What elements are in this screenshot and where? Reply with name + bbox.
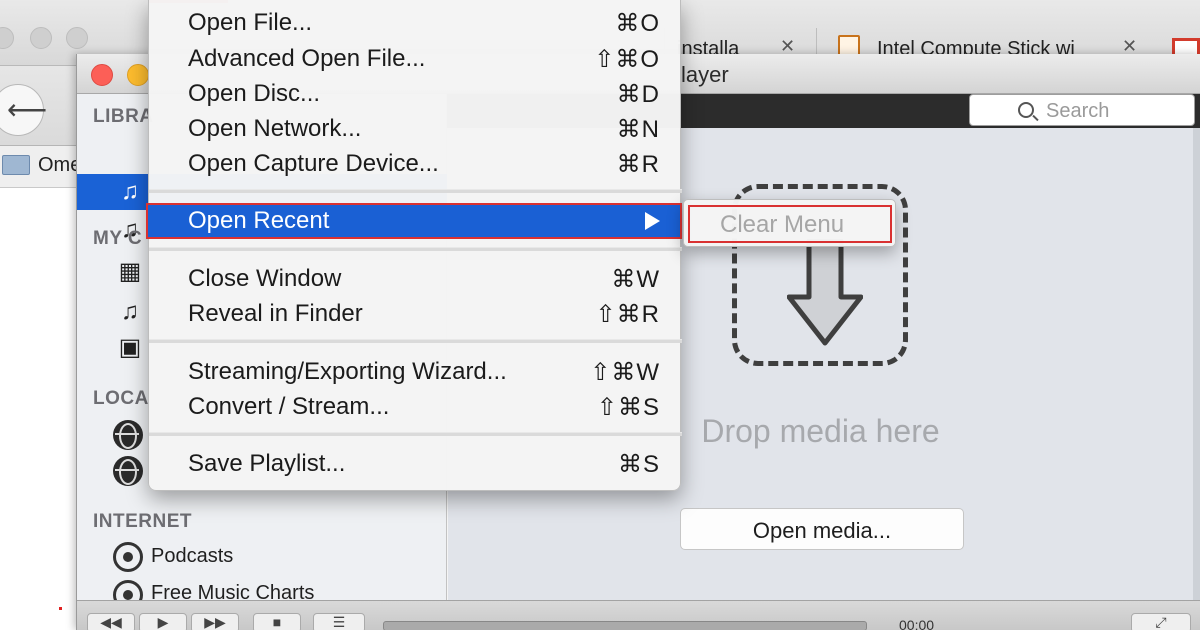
search-placeholder: Search [1046,100,1110,122]
sidebar-heading-local-network: LOCA [93,388,149,409]
stop-button[interactable]: ■ [253,613,301,630]
rewind-button[interactable]: ◀◀ [87,613,135,630]
menu-item-open-disc[interactable]: Open Disc... ⌘D [149,76,682,112]
music-icon[interactable]: ♫ [115,298,145,326]
menu-item-label: Streaming/Exporting Wizard... [188,358,507,385]
menu-item-streaming-exporting-wizard[interactable]: Streaming/Exporting Wizard... ⇧⌘W [149,354,682,390]
annotation-dot [59,607,62,610]
sidebar-heading-my-computer: MY C [93,228,143,249]
playlist-icon: ♫ [121,178,139,205]
folder-icon[interactable] [2,155,30,175]
playlist-toggle-button[interactable]: ☰ [313,613,365,630]
menu-item-convert-stream[interactable]: Convert / Stream... ⇧⌘S [149,389,682,425]
menu-separator [149,339,682,343]
progress-bar[interactable] [383,621,867,630]
menu-item-label: Open Capture Device... [188,150,439,177]
menu-item-label: Convert / Stream... [188,393,390,420]
menu-item-shortcut: ⌘N [616,116,660,143]
open-recent-submenu: Clear Menu [683,199,896,247]
window-close-button[interactable] [91,64,113,86]
menu-item-shortcut: ⌘D [616,81,660,108]
scrollbar[interactable] [1193,128,1200,600]
open-media-button[interactable]: Open media... [680,508,964,550]
sidebar-heading-library: LIBRA [93,106,154,127]
menu-item-open-recent[interactable]: Open Recent [146,203,682,239]
window-title: layer [681,62,729,87]
menu-item-shortcut: ⇧⌘R [595,301,660,328]
menu-item-shortcut: ⌘O [615,10,660,37]
menu-item-label: Reveal in Finder [188,300,363,327]
menu-item-label: Open Disc... [188,80,321,107]
browser-minimize-dot[interactable] [30,27,52,49]
sidebar-heading-internet: INTERNET [93,511,192,532]
menu-item-label: Open Network... [188,115,362,142]
menu-item-reveal-in-finder[interactable]: Reveal in Finder ⇧⌘R [149,296,682,332]
menu-separator [149,189,682,193]
menu-separator [149,432,682,436]
film-icon[interactable]: ▦ [115,258,145,286]
play-button[interactable]: ▶ [139,613,187,630]
playback-controls: ◀◀ ▶ ▶▶ ■ ☰ 00:00 ⤢ [77,600,1200,630]
menu-item-open-capture-device[interactable]: Open Capture Device... ⌘R [149,146,682,182]
menu-item-shortcut: ⌘W [611,266,660,293]
picture-icon[interactable]: ▣ [115,334,145,362]
elapsed-time: 00:00 [899,617,935,630]
podcast-icon[interactable] [113,542,143,572]
window-minimize-button[interactable] [127,64,149,86]
search-icon [1018,102,1034,118]
menu-item-save-playlist[interactable]: Save Playlist... ⌘S [149,446,682,482]
menu-item-label: Close Window [188,265,342,292]
fast-forward-button[interactable]: ▶▶ [191,613,239,630]
menu-item-label: Save Playlist... [188,450,346,477]
menu-item-shortcut: ⌘R [616,151,660,178]
menu-item-label: Advanced Open File... [188,45,426,72]
fullscreen-button[interactable]: ⤢ [1131,613,1191,630]
menu-item-label: Open Recent [188,207,330,234]
menu-item-shortcut: ⌘S [617,451,660,478]
network-globe-icon[interactable] [113,456,143,486]
menu-separator [149,247,682,251]
menu-item-shortcut: ⇧⌘S [596,394,660,421]
menu-item-open-file[interactable]: Open File... ⌘O [149,5,682,41]
menu-item-advanced-open-file[interactable]: Advanced Open File... ⇧⌘O [149,41,682,77]
menu-item-label: Open File... [188,9,313,36]
menu-item-shortcut: ⇧⌘O [594,46,660,73]
menu-item-close-window[interactable]: Close Window ⌘W [149,261,682,297]
bookmark-label[interactable]: Ome [38,154,81,177]
search-field[interactable]: Search [969,94,1195,126]
download-arrow-icon [787,239,863,346]
sidebar-item-podcasts[interactable]: Podcasts [151,545,233,568]
menu-item-shortcut: ⇧⌘W [590,359,660,386]
network-globe-icon[interactable] [113,420,143,450]
browser-zoom-dot[interactable] [66,27,88,49]
submenu-arrow-icon [645,212,660,230]
file-menu: Open File... ⌘O Advanced Open File... ⇧⌘… [146,0,682,491]
menu-item-open-network[interactable]: Open Network... ⌘N [149,111,682,147]
menu-item-clear-menu[interactable]: Clear Menu [688,205,892,243]
